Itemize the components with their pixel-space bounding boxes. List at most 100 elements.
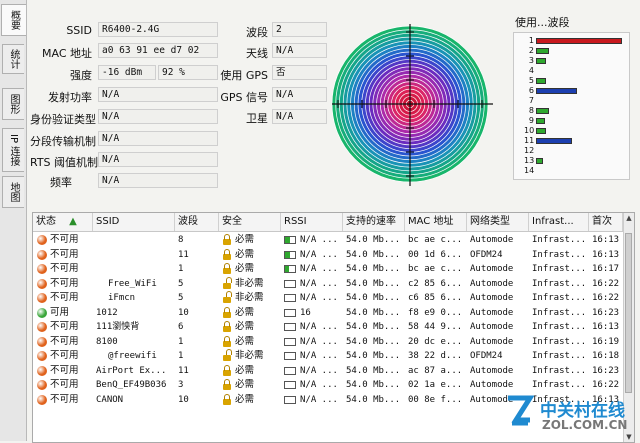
tx-power-label: 发射功率 [48,91,92,104]
mac-cell: 20 dc e... [408,336,463,347]
table-row[interactable]: 不可用 AirPort Ex... 11 必需 N/A ... 54.0 Mb... ac … [33,364,623,379]
status-dot-icon [37,235,47,245]
tab-label: 概要 [8,10,20,30]
ssid-label: SSID [66,24,92,37]
column-header[interactable]: 支持的速率 [343,213,405,231]
table-row[interactable]: 可用 1012 10 必需 16 54.0 Mb... f8 e9 0... Automode… [33,306,623,321]
fragmentation-value: N/A [98,131,218,146]
security-cell: 非必需 [235,277,264,289]
network-type-cell: OFDM24 [470,249,503,260]
column-header[interactable]: SSID [93,213,175,231]
rssi-cell: N/A ... [300,336,338,347]
infrastructure-cell: Infrast... [532,322,587,332]
table-header: 状态 ▲ SSID 波段 安全 RSSI 支持的速率 MAC 地址 网络类型 Infrast..… [33,213,623,232]
status-cell: 不可用 [50,350,79,361]
table-row[interactable]: 不可用 iFmcn 5 非必需 N/A ... 54.0 Mb... c6 85 6... A… [33,291,623,306]
channel-value: 2 [272,22,327,37]
table-row[interactable]: 不可用 8100 1 必需 N/A ... 54.0 Mb... 20 dc e... Aut… [33,335,623,350]
lock-icon [223,306,231,318]
tab-overview[interactable]: 概要 [1,4,26,36]
channel-usage-bar [536,88,578,94]
rssi-cell: N/A ... [300,264,338,274]
channel-usage-bar [536,138,573,144]
column-header[interactable]: MAC 地址 [405,213,467,231]
infrastructure-cell: Infrast... [532,278,587,289]
column-header[interactable]: 首次 [589,213,623,231]
channel-usage-row: 11 [514,136,629,145]
status-dot-icon [37,351,47,361]
channel-number: 8 [528,106,534,115]
ssid-cell: AirPort Ex... [96,365,167,376]
scroll-thumb[interactable] [625,233,632,393]
column-header[interactable]: 波段 [175,213,219,231]
security-cell: 必需 [235,263,255,274]
table-row[interactable]: 不可用 11 必需 N/A ... 54.0 Mb... 00 1d 6... OFDM24… [33,248,623,263]
security-cell: 必需 [235,248,255,260]
status-dot-icon [37,336,47,347]
table-row[interactable]: 不可用 1 必需 N/A ... 54.0 Mb... bc ae c... Automod… [33,262,623,277]
channel-cell: 1 [178,336,184,347]
status-cell: 不可用 [50,263,79,274]
lock-icon [223,393,231,405]
channel-number: 5 [528,76,534,85]
channel-usage-bar [536,58,547,64]
tab-graphs[interactable]: 图形 [2,88,24,120]
channel-usage-row: 10 [514,126,629,135]
security-cell: 必需 [235,321,255,332]
tab-label: 统计 [8,49,19,69]
channel-usage-bar [536,78,547,84]
lock-icon [223,234,231,245]
tab-ip-connections[interactable]: IP 连接 [2,128,24,172]
rate-cell: 54.0 Mb... [346,351,401,361]
rssi-cell: N/A ... [300,278,338,289]
table-row[interactable]: 不可用 111瀏怏背 6 必需 N/A ... 54.0 Mb... 58 44 9... A… [33,320,623,335]
status-cell: 可用 [50,306,70,318]
security-cell: 必需 [235,306,255,318]
sort-ascending-icon[interactable]: ▲ [66,216,77,227]
channel-cell: 1 [178,264,184,274]
column-header[interactable]: RSSI [281,213,343,231]
column-header[interactable]: 网络类型 [467,213,529,231]
security-cell: 必需 [235,393,255,405]
frequency-label: 频率 [50,176,72,189]
channel-number: 13 [524,156,535,165]
lock-open-icon [223,291,232,303]
channel-number: 12 [524,146,535,155]
rssi-meter [284,352,296,360]
channel-cell: 3 [178,380,184,390]
mac-cell: 00 1d 6... [408,249,463,260]
column-header[interactable]: Infrast... [529,213,589,231]
security-cell: 非必需 [235,292,264,303]
table-row[interactable]: 不可用 BenQ_EF49B036 3 必需 N/A ... 54.0 Mb... 02 1… [33,378,623,393]
network-type-cell: Automode [470,380,514,390]
column-header-label: 安全 [222,216,242,227]
lock-icon [223,321,231,332]
column-header[interactable]: 安全 [219,213,281,231]
rssi-meter [284,294,296,302]
lock-icon [223,335,231,347]
network-type-cell: Automode [470,293,514,303]
rssi-meter [284,265,296,273]
table-row[interactable]: 不可用 Free_WiFi 5 非必需 N/A ... 54.0 Mb... c2 85 6… [33,276,623,292]
mac-label: MAC 地址 [42,47,92,60]
channel-cell: 11 [178,365,189,376]
rate-cell: 54.0 Mb... [346,293,401,303]
network-type-cell: OFDM24 [470,351,503,361]
channel-number: 9 [528,116,534,125]
rssi-meter [284,337,296,346]
status-cell: 不可用 [50,364,79,376]
channel-number: 4 [528,66,534,75]
tab-map[interactable]: 地图 [2,176,24,208]
watermark-url: ZOL.COM.CN [542,418,628,432]
lock-icon [223,379,231,390]
scroll-up-arrow-icon[interactable]: ▲ [624,213,634,223]
mac-value: a0 63 91 ee d7 02 [98,43,218,58]
tab-statistics[interactable]: 统计 [2,44,24,74]
rssi-cell: N/A ... [300,293,338,303]
table-row[interactable]: 不可用 @freewifi 1 非必需 N/A ... 54.0 Mb... 38 22 d… [33,349,623,364]
status-cell: 不可用 [50,321,79,332]
network-type-cell: Automode [470,322,514,332]
table-row[interactable]: 不可用 8 必需 N/A ... 54.0 Mb... bc ae c... Automod… [33,233,623,248]
channel-label: 波段 [246,26,268,39]
column-header[interactable]: 状态 ▲ [33,213,93,231]
